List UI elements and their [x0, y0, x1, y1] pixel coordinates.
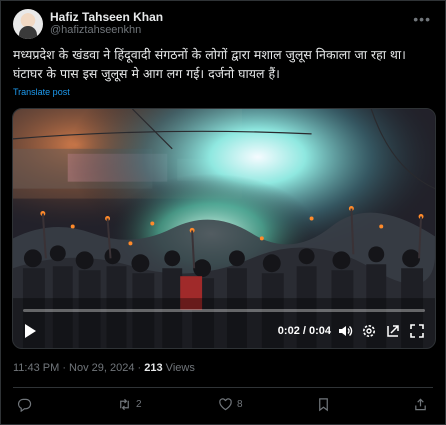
repost-icon: [120, 398, 129, 411]
bookmark-button[interactable]: [316, 397, 331, 412]
action-bar: 2 8: [1, 397, 446, 419]
repost-button[interactable]: 2: [117, 397, 142, 412]
author-display-name[interactable]: Hafiz Tahseen Khan: [50, 11, 163, 24]
tweet-timestamp[interactable]: 11:43 PM · Nov 29, 2024 ·: [13, 362, 144, 374]
divider: [13, 387, 433, 388]
pip-icon[interactable]: [385, 323, 401, 339]
translate-link[interactable]: Translate post: [13, 87, 70, 97]
play-icon[interactable]: [25, 324, 36, 338]
tweet-meta: 11:43 PM · Nov 29, 2024 · 213 Views: [13, 362, 195, 374]
tweet-card: Hafiz Tahseen Khan @hafiztahseenkhn ••• …: [0, 0, 446, 425]
tweet-header: Hafiz Tahseen Khan @hafiztahseenkhn: [13, 9, 163, 39]
author-handle[interactable]: @hafiztahseenkhn: [50, 24, 163, 37]
reply-button[interactable]: [17, 397, 36, 412]
views-label: Views: [162, 362, 195, 374]
tweet-text: मध्यप्रदेश के खंडवा ने हिंदूवादी संगठनों…: [13, 47, 406, 81]
reply-icon: [17, 398, 32, 412]
bookmark-icon: [319, 398, 328, 412]
fullscreen-icon[interactable]: [409, 323, 425, 339]
author-names: Hafiz Tahseen Khan @hafiztahseenkhn: [50, 11, 163, 37]
like-button[interactable]: 8: [218, 397, 243, 412]
more-icon[interactable]: •••: [413, 11, 431, 27]
video-time: 0:02 / 0:04: [277, 325, 331, 337]
share-icon: [415, 398, 426, 411]
like-count: 8: [237, 399, 243, 410]
video-frame: [13, 109, 435, 348]
views-count: 213: [144, 362, 163, 374]
like-icon: [219, 398, 232, 411]
settings-icon[interactable]: [361, 323, 377, 339]
share-button[interactable]: [413, 397, 428, 412]
avatar[interactable]: [13, 9, 43, 39]
video-progress-bar[interactable]: [23, 309, 425, 312]
repost-count: 2: [136, 399, 142, 410]
volume-icon[interactable]: [337, 323, 353, 339]
video-player[interactable]: 0:02 / 0:04: [12, 108, 436, 349]
